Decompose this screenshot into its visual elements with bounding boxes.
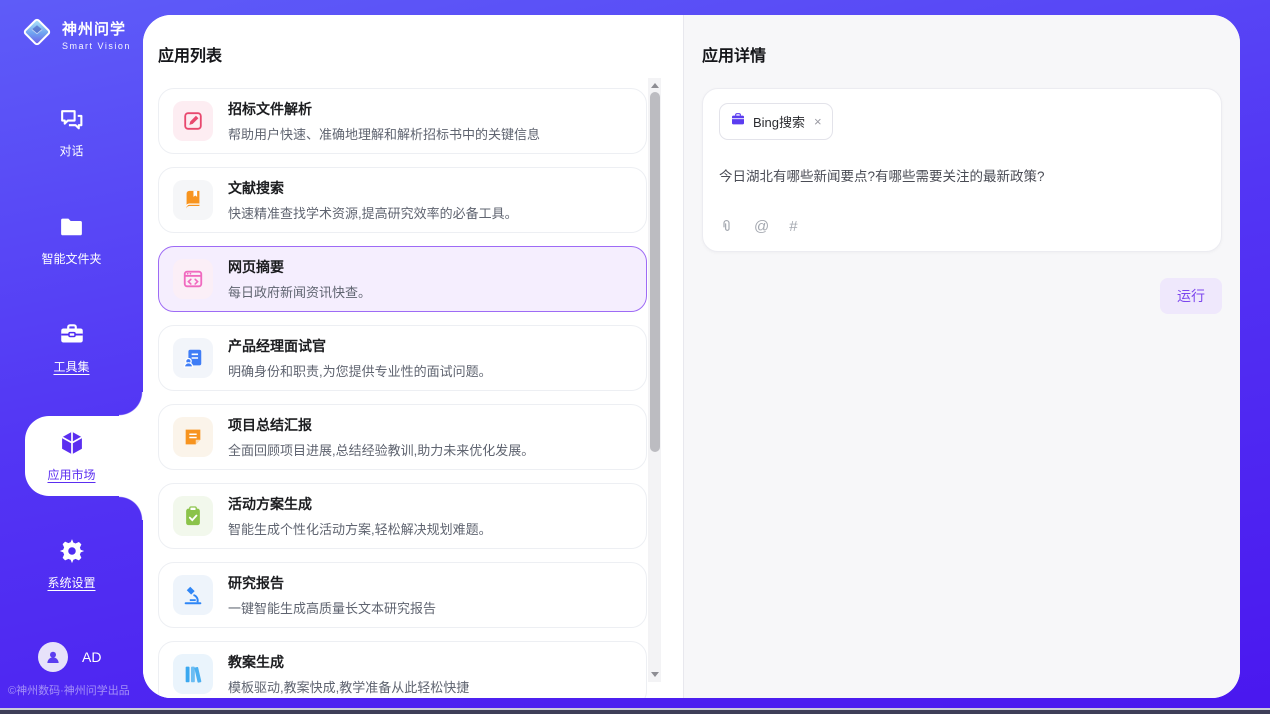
app-card[interactable]: 教案生成 模板驱动,教案快成,教学准备从此轻松快捷 — [158, 641, 647, 698]
app-card-description: 明确身份和职责,为您提供专业性的面试问题。 — [228, 361, 492, 380]
app-card[interactable]: 项目总结汇报 全面回顾项目进展,总结经验教训,助力未来优化发展。 — [158, 404, 647, 470]
book-icon — [173, 180, 213, 220]
run-button[interactable]: 运行 — [1160, 278, 1222, 314]
sidebar-item-label: 智能文件夹 — [41, 250, 101, 267]
sidebar: 神州问学 Smart Vision 对话 智能文件夹 工具集 应用市场 系统设置 — [0, 0, 143, 708]
webpage-icon — [173, 259, 213, 299]
app-card-description: 每日政府新闻资讯快查。 — [228, 282, 371, 301]
prompt-card: Bing搜索 × 今日湖北有哪些新闻要点?有哪些需要关注的最新政策? @ # — [702, 88, 1222, 252]
paperclip-icon[interactable] — [719, 218, 734, 235]
app-card-description: 全面回顾项目进展,总结经验教训,助力未来优化发展。 — [228, 440, 534, 459]
app-card-description: 智能生成个性化活动方案,轻松解决规划难题。 — [228, 519, 492, 538]
app-card[interactable]: 活动方案生成 智能生成个性化活动方案,轻松解决规划难题。 — [158, 483, 647, 549]
sidebar-item-label: 工具集 — [53, 358, 89, 375]
prompt-input[interactable]: 今日湖北有哪些新闻要点?有哪些需要关注的最新政策? — [719, 165, 1205, 218]
app-card-title: 活动方案生成 — [228, 494, 492, 514]
app-detail-pane: 应用详情 Bing搜索 × 今日湖北有哪些新闻要点?有哪些需要关注的最新政策? — [683, 15, 1240, 698]
sidebar-item-label: 系统设置 — [47, 574, 95, 591]
scroll-up-icon[interactable] — [651, 83, 659, 88]
app-cards: 招标文件解析 帮助用户快速、准确地理解和解析招标书中的关键信息 文献搜索 快速精… — [158, 88, 647, 698]
brand-subtitle: Smart Vision — [62, 41, 131, 51]
chat-icon — [58, 105, 86, 133]
briefcase-icon — [730, 111, 746, 132]
brand-diamond-icon — [20, 15, 54, 54]
copyright-text: ©神州数码·神州问学出品 — [8, 682, 130, 698]
avatar — [38, 642, 68, 672]
note-icon — [173, 417, 213, 457]
user-name: AD — [82, 649, 101, 665]
sidebar-item-settings[interactable]: 系统设置 — [0, 510, 143, 618]
main-panel: 应用列表 招标文件解析 帮助用户快速、准确地理解和解析招标书中的关键信息 文献搜… — [143, 15, 1240, 698]
toolbox-icon — [58, 321, 86, 349]
sidebar-item-label: 对话 — [59, 142, 83, 159]
tool-chip-label: Bing搜索 — [753, 112, 805, 131]
scrollbar-thumb[interactable] — [650, 92, 660, 452]
clipboard-icon — [173, 496, 213, 536]
research-icon — [173, 575, 213, 615]
app-detail-title: 应用详情 — [702, 42, 1222, 66]
books-icon — [173, 654, 213, 694]
sidebar-item-label: 应用市场 — [47, 466, 95, 483]
edit-icon — [173, 101, 213, 141]
sidebar-nav: 对话 智能文件夹 工具集 应用市场 系统设置 — [0, 78, 143, 618]
tool-chip-bing[interactable]: Bing搜索 × — [719, 103, 833, 140]
chip-close-icon[interactable]: × — [814, 115, 822, 128]
user-row[interactable]: AD — [38, 642, 101, 672]
brand-logo: 神州问学 Smart Vision — [0, 0, 143, 52]
gear-icon — [58, 537, 86, 565]
app-card-description: 快速精准查找学术资源,提高研究效率的必备工具。 — [228, 203, 518, 222]
app-list-title: 应用列表 — [158, 42, 683, 66]
sidebar-item-folders[interactable]: 智能文件夹 — [0, 186, 143, 294]
sidebar-item-tools[interactable]: 工具集 — [0, 294, 143, 402]
cube-icon — [58, 429, 86, 457]
app-card-title: 文献搜索 — [228, 178, 518, 198]
scroll-down-icon[interactable] — [651, 672, 659, 677]
app-card[interactable]: 招标文件解析 帮助用户快速、准确地理解和解析招标书中的关键信息 — [158, 88, 647, 154]
sidebar-item-chat[interactable]: 对话 — [0, 78, 143, 186]
app-card-title: 网页摘要 — [228, 257, 371, 277]
sidebar-item-market[interactable]: 应用市场 — [0, 402, 143, 510]
app-card-description: 模板驱动,教案快成,教学准备从此轻松快捷 — [228, 677, 469, 696]
folder-icon — [58, 213, 86, 241]
run-row: 运行 — [702, 278, 1222, 314]
app-card-title: 项目总结汇报 — [228, 415, 534, 435]
scrollbar[interactable] — [648, 78, 661, 682]
app-card[interactable]: 研究报告 一键智能生成高质量长文本研究报告 — [158, 562, 647, 628]
attachment-toolbar: @ # — [719, 218, 1205, 239]
app-card[interactable]: 文献搜索 快速精准查找学术资源,提高研究效率的必备工具。 — [158, 167, 647, 233]
interviewer-icon — [173, 338, 213, 378]
app-card-title: 产品经理面试官 — [228, 336, 492, 356]
bottom-edge-dark — [0, 710, 1270, 714]
hash-icon[interactable]: # — [789, 218, 797, 235]
app-card-description: 一键智能生成高质量长文本研究报告 — [228, 598, 436, 617]
app-card-description: 帮助用户快速、准确地理解和解析招标书中的关键信息 — [228, 124, 540, 143]
app-list-pane: 应用列表 招标文件解析 帮助用户快速、准确地理解和解析招标书中的关键信息 文献搜… — [143, 15, 683, 698]
app-card-title: 招标文件解析 — [228, 99, 540, 119]
at-icon[interactable]: @ — [754, 218, 769, 235]
app-card-title: 教案生成 — [228, 652, 469, 672]
app-card-title: 研究报告 — [228, 573, 436, 593]
app-card[interactable]: 网页摘要 每日政府新闻资讯快查。 — [158, 246, 647, 312]
brand-name: 神州问学 — [62, 18, 131, 39]
app-card[interactable]: 产品经理面试官 明确身份和职责,为您提供专业性的面试问题。 — [158, 325, 647, 391]
